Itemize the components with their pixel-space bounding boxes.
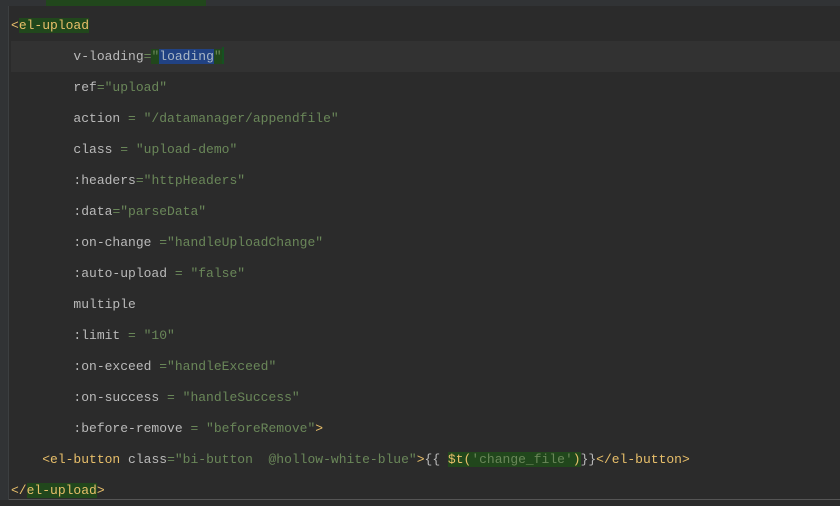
code-line[interactable]: :on-change ="handleUploadChange" [11, 227, 840, 258]
code-line-content: </el-upload> [11, 481, 105, 501]
code-line-content: v-loading="loading" [11, 47, 224, 67]
token-attr: :data [73, 204, 112, 219]
code-line-content: :before-remove = "beforeRemove"> [11, 419, 323, 439]
code-area[interactable]: <el-upload v-loading="loading" ref="uplo… [9, 6, 840, 506]
code-line-content: <el-upload [11, 16, 89, 36]
token-attr: :on-success [73, 390, 167, 405]
token-tag: > [315, 421, 323, 436]
token-attr: multiple [73, 297, 135, 312]
token-caret-bg [222, 47, 224, 64]
token-str: ="httpHeaders" [136, 173, 245, 188]
token-tag: <el-button [42, 452, 128, 467]
token-hi-green: el-upload [27, 483, 97, 498]
token-attr: :auto-upload [73, 266, 174, 281]
token-attr: :on-change [73, 235, 159, 250]
token-attr: ref [73, 80, 96, 95]
code-line[interactable]: <el-upload [11, 10, 840, 41]
code-line[interactable]: ref="upload" [11, 72, 840, 103]
code-line-content: :headers="httpHeaders" [11, 171, 245, 191]
token-hi-green: el-upload [19, 18, 89, 33]
token-attr: v-loading [73, 49, 143, 64]
code-line-content: multiple [11, 295, 136, 315]
token-str: ="handleExceed" [159, 359, 276, 374]
gutter[interactable] [0, 6, 9, 500]
code-line[interactable]: :on-exceed ="handleExceed" [11, 351, 840, 382]
code-line-content: :on-change ="handleUploadChange" [11, 233, 323, 253]
code-line[interactable]: :auto-upload = "false" [11, 258, 840, 289]
token-str: ="parseData" [112, 204, 206, 219]
token-str: = "handleSuccess" [167, 390, 300, 405]
token-str: ="handleUploadChange" [159, 235, 323, 250]
code-editor[interactable]: <el-upload v-loading="loading" ref="uplo… [0, 0, 840, 500]
token-hi-green2: 'change_file' [471, 452, 572, 467]
token-attr: :before-remove [73, 421, 190, 436]
token-attr: :headers [73, 173, 135, 188]
token-str: = "upload-demo" [120, 142, 237, 157]
token-attr: class [128, 452, 167, 467]
token-tag: > [417, 452, 425, 467]
token-str: = "10" [128, 328, 175, 343]
code-line[interactable]: :headers="httpHeaders" [11, 165, 840, 196]
code-line-content: <el-button class="bi-button @hollow-whit… [11, 450, 690, 470]
token-attr: :limit [73, 328, 128, 343]
code-line[interactable]: <el-button class="bi-button @hollow-whit… [11, 444, 840, 475]
code-line[interactable]: action = "/datamanager/appendfile" [11, 103, 840, 134]
code-line[interactable]: :before-remove = "beforeRemove"> [11, 413, 840, 444]
code-line[interactable]: v-loading="loading" [11, 41, 840, 72]
code-line-content: class = "upload-demo" [11, 140, 237, 160]
token-hi-green: ) [573, 452, 581, 467]
code-line[interactable]: class = "upload-demo" [11, 134, 840, 165]
token-str: ="upload" [97, 80, 167, 95]
token-tag: < [11, 18, 19, 33]
code-line-content: :on-success = "handleSuccess" [11, 388, 300, 408]
token-attr: :on-exceed [73, 359, 159, 374]
token-attr: class [73, 142, 120, 157]
code-line[interactable]: multiple [11, 289, 840, 320]
token-attr: }} [581, 452, 597, 467]
token-tag: </el-button> [596, 452, 690, 467]
token-str: = "/datamanager/appendfile" [128, 111, 339, 126]
token-hi-green2: " [214, 49, 222, 64]
code-line-content: action = "/datamanager/appendfile" [11, 109, 339, 129]
code-line-content: :limit = "10" [11, 326, 175, 346]
token-hi-green: $t( [448, 452, 471, 467]
token-sel: loading [159, 49, 214, 64]
token-str: = "beforeRemove" [190, 421, 315, 436]
token-str: ="bi-button @hollow-white-blue" [167, 452, 417, 467]
code-line-content: :auto-upload = "false" [11, 264, 245, 284]
token-attr: action [73, 111, 128, 126]
code-line[interactable]: :limit = "10" [11, 320, 840, 351]
token-tag: > [97, 483, 105, 498]
token-tag: </ [11, 483, 27, 498]
code-line-content: :on-exceed ="handleExceed" [11, 357, 276, 377]
code-line[interactable]: :on-success = "handleSuccess" [11, 382, 840, 413]
code-line[interactable]: </el-upload> [11, 475, 840, 506]
code-line[interactable]: :data="parseData" [11, 196, 840, 227]
code-line-content: :data="parseData" [11, 202, 206, 222]
code-line-content: ref="upload" [11, 78, 167, 98]
token-attr: {{ [425, 452, 448, 467]
token-str: = "false" [175, 266, 245, 281]
